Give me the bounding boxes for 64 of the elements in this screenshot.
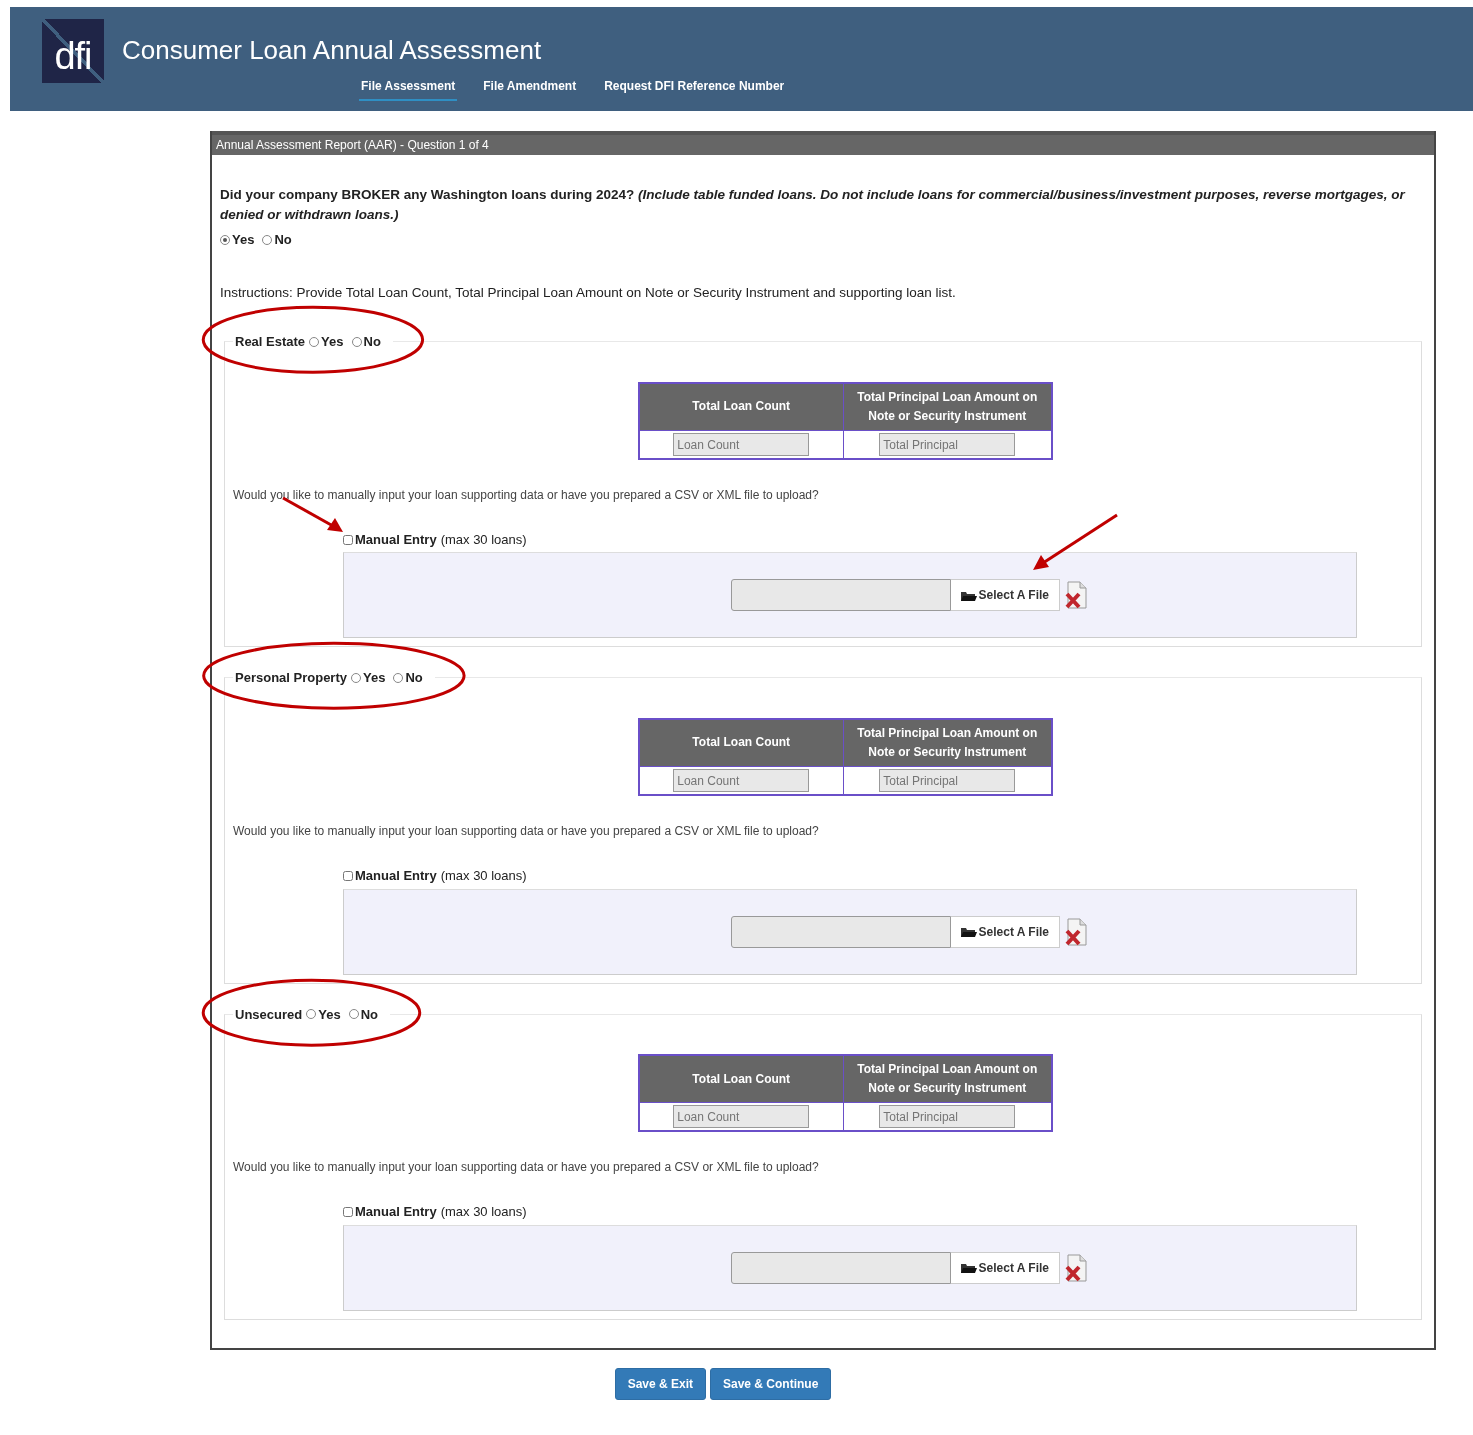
save-button[interactable]: Save & Continue [710,1367,832,1400]
checkbox-label: Manual Entry [355,531,437,550]
input-field[interactable]: Loan Count [673,433,810,457]
folder-icon [960,1261,977,1275]
note-text: (max 30 loans) [440,531,527,550]
section-title: Unsecured [235,1005,303,1024]
section-title: Real Estate [235,333,306,352]
nav-link[interactable]: File Amendment [481,75,579,101]
question-text: Did your company BROKER any Washington loans during 2024? (Include table funded loans. Do not include loans for commercial/business/investment purposes, reverse mortgages, or denied or withdrawn loans.) [220,186,1407,225]
prompt-text: Would you like to manually input your loan supporting data or have you prepared a CSV or XML file to upload? [233,487,820,505]
input-field[interactable]: Total Principal [879,769,1016,793]
file-field[interactable] [730,915,951,948]
column-header: Total Loan Count [638,382,844,431]
delete-file-icon[interactable] [1064,917,1088,946]
app-title: Consumer Loan Annual Assessment [122,34,542,67]
save-button[interactable]: Save & Exit [614,1367,706,1400]
radio-label: No [360,1005,378,1024]
file-field[interactable] [730,579,951,612]
radio-button[interactable] [351,337,362,347]
delete-file-icon[interactable] [1064,1253,1088,1282]
prompt-text: Would you like to manually input your loan supporting data or have you prepared a CSV or XML file to upload? [233,1159,820,1177]
radio-button[interactable] [220,235,230,246]
radio-label: Yes [321,333,344,352]
column-header: Total Loan Count [638,718,844,767]
form-legend: Annual Assessment Report (AAR) - Question 1 of 4 [212,131,1434,155]
checkbox[interactable] [343,1207,353,1218]
column-header: Total Loan Count [638,1055,844,1103]
select-file-button[interactable]: Select A File [950,915,1060,948]
note-text: (max 30 loans) [440,867,527,886]
note-text: (max 30 loans) [440,1203,527,1222]
radio-label: Yes [318,1005,341,1024]
input-field[interactable]: Total Principal [879,433,1016,457]
input-field[interactable]: Loan Count [673,769,810,793]
delete-file-icon[interactable] [1064,581,1088,610]
column-header: Total Principal Loan Amount on Note or Security Instrument [843,718,1052,767]
radio-button[interactable] [306,1009,317,1020]
radio-button[interactable] [262,235,273,246]
logo-text: dfi [54,37,92,79]
file-field[interactable] [730,1251,951,1284]
column-header: Total Principal Loan Amount on Note or Security Instrument [843,382,1052,431]
input-field[interactable]: Loan Count [673,1105,810,1129]
radio-button[interactable] [393,673,404,684]
checkbox-label: Manual Entry [355,1203,437,1222]
radio-label: No [405,669,423,688]
select-file-button[interactable]: Select A File [950,579,1060,612]
radio-button[interactable] [348,1009,359,1020]
column-header: Total Principal Loan Amount on Note or Security Instrument [843,1055,1052,1103]
radio-label: Yes [363,669,386,688]
select-file-button[interactable]: Select A File [950,1251,1060,1284]
radio-label: No [363,333,381,352]
radio-label: No [274,231,292,247]
folder-icon [960,925,977,938]
nav-link[interactable]: Request DFI Reference Number [602,75,787,101]
checkbox[interactable] [343,534,353,545]
input-field[interactable]: Total Principal [879,1105,1016,1129]
checkbox-label: Manual Entry [355,867,437,886]
section-title: Personal Property [235,669,347,688]
nav-link[interactable]: File Assessment [359,75,458,101]
radio-label: Yes [232,231,255,247]
instructions-text: Instructions: Provide Total Loan Count, Total Principal Loan Amount on Note or Security Instrument and supporting loan list. [220,284,957,302]
radio-button[interactable] [309,337,320,347]
checkbox[interactable] [343,871,353,881]
prompt-text: Would you like to manually input your loan supporting data or have you prepared a CSV or XML file to upload? [233,823,820,841]
radio-button[interactable] [351,673,361,684]
